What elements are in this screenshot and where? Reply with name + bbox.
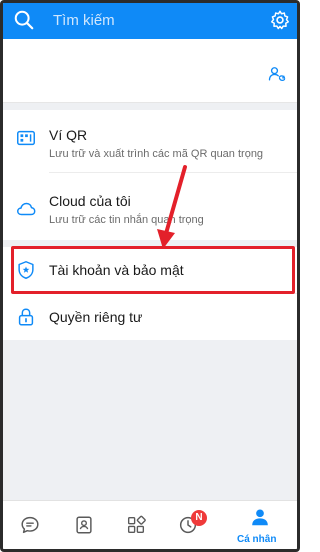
lock-icon [18, 308, 34, 326]
profile-section [3, 39, 297, 103]
section-gap [3, 103, 297, 110]
tab-profile-label[interactable]: Cá nhân [237, 534, 276, 545]
tab-discover[interactable] [111, 501, 161, 549]
search-icon[interactable] [13, 9, 35, 31]
tab-contacts[interactable] [59, 501, 109, 549]
menu-item-title: Cloud của tôi [49, 193, 131, 209]
menu-item-subtitle: Lưu trữ và xuất trình các mã QR quan trọ… [49, 148, 264, 160]
menu-item-title: Quyền riêng tư [49, 309, 143, 325]
empty-area [3, 340, 297, 500]
chat-icon [21, 516, 39, 534]
user-icon [252, 509, 268, 526]
menu-item-cloud[interactable]: Cloud của tôi Lưu trữ các tin nhắn quan … [3, 173, 297, 240]
switch-account-icon[interactable] [267, 64, 287, 84]
gear-icon[interactable] [269, 9, 291, 31]
bottom-tab-bar: N Cá nhân [3, 500, 297, 549]
contacts-icon [76, 516, 92, 534]
notification-badge: N [191, 510, 207, 526]
cloud-icon [17, 202, 36, 216]
search-input[interactable]: Tìm kiếm [53, 12, 115, 29]
apps-grid-icon [127, 515, 146, 534]
menu-item-title: Ví QR [49, 127, 88, 143]
menu-item-privacy[interactable]: Quyền riêng tư [3, 294, 297, 340]
annotation-arrow [157, 165, 187, 249]
search-bar[interactable]: Tìm kiếm [3, 3, 297, 39]
tab-messages[interactable] [5, 501, 55, 549]
app-frame: Tìm kiếm Ví QR Lưu trữ và xuất trình các… [0, 0, 300, 552]
tab-timeline[interactable] [163, 501, 213, 549]
qr-wallet-icon [17, 130, 35, 146]
menu-item-qr-wallet[interactable]: Ví QR Lưu trữ và xuất trình các mã QR qu… [3, 110, 297, 172]
highlight-box [11, 246, 295, 294]
